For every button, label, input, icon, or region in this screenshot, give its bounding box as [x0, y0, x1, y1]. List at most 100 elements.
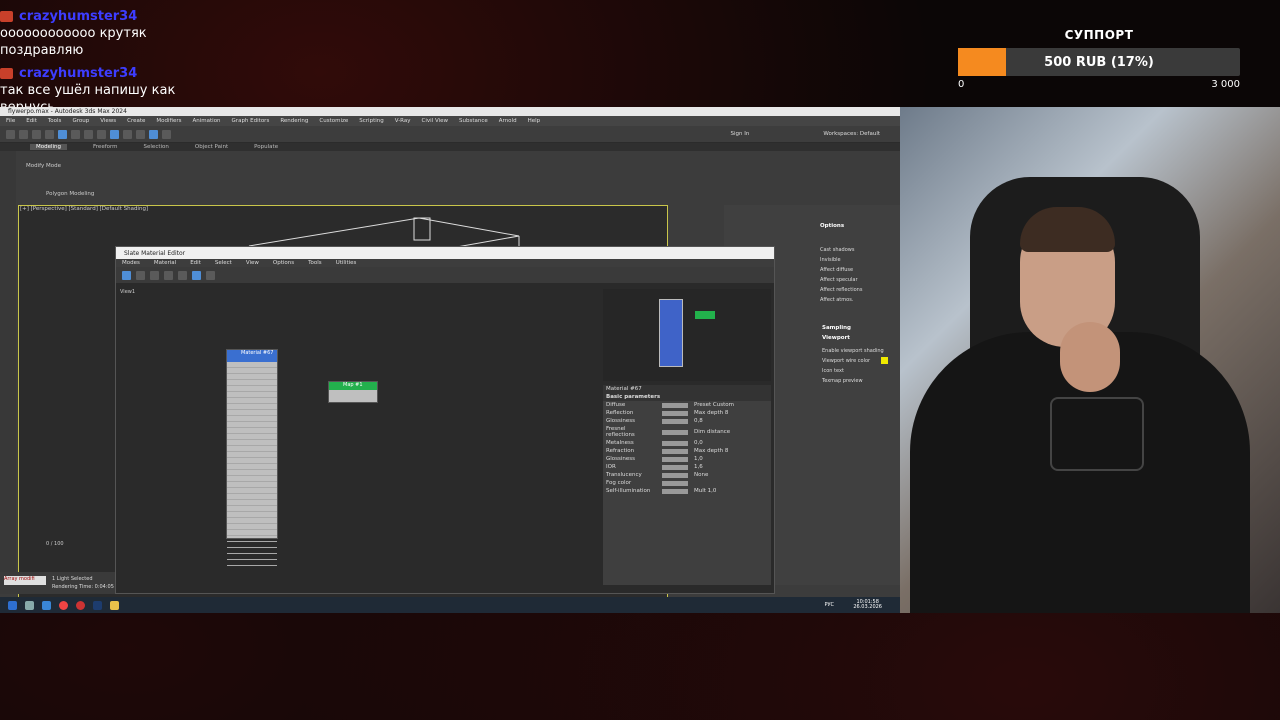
- parameter-row[interactable]: Diffuse Preset Custom: [603, 401, 771, 409]
- menu-item[interactable]: Graph Editors: [232, 118, 270, 124]
- parameter-value[interactable]: None: [694, 472, 708, 478]
- parameter-swatch[interactable]: [662, 429, 688, 435]
- parameter-swatch[interactable]: [662, 488, 688, 494]
- option-checkbox[interactable]: Affect atmos.: [820, 295, 862, 305]
- material-node[interactable]: Material #67: [226, 349, 278, 566]
- parameter-swatch[interactable]: [662, 440, 688, 446]
- link-icon[interactable]: [32, 129, 41, 139]
- slate-menu-item[interactable]: Options: [273, 260, 294, 266]
- viewport-option[interactable]: Icon text: [822, 366, 884, 376]
- menu-item[interactable]: Modifiers: [156, 118, 181, 124]
- slate-menu-item[interactable]: Modes: [122, 260, 140, 266]
- render-icon[interactable]: [162, 129, 171, 139]
- array-modifier-field[interactable]: Array modifi: [4, 576, 46, 585]
- menu-item[interactable]: Substance: [459, 118, 488, 124]
- menu-item[interactable]: Create: [127, 118, 145, 124]
- wire-color-swatch[interactable]: [881, 357, 888, 364]
- parameter-value[interactable]: Mult 1,0: [694, 488, 716, 494]
- ribbon-tab[interactable]: Object Paint: [195, 144, 228, 150]
- parameter-swatch[interactable]: [662, 402, 688, 408]
- parameter-value[interactable]: Preset Custom: [694, 402, 734, 408]
- parameter-row[interactable]: Refraction Max depth 8: [603, 447, 771, 455]
- parameter-row[interactable]: Fresnel reflections Dim distance: [603, 425, 771, 439]
- photoshop-icon[interactable]: [93, 600, 102, 610]
- slate-background-icon[interactable]: [206, 270, 215, 280]
- menu-item[interactable]: File: [6, 118, 15, 124]
- menu-item[interactable]: Animation: [193, 118, 221, 124]
- slate-menu-item[interactable]: Material: [154, 260, 176, 266]
- option-checkbox[interactable]: Affect reflections: [820, 285, 862, 295]
- parameter-row[interactable]: Metalness 0,0: [603, 439, 771, 447]
- redo-icon[interactable]: [19, 129, 28, 139]
- parameter-row[interactable]: Glossiness 0,8: [603, 417, 771, 425]
- parameter-row[interactable]: Self-illumination Mult 1,0: [603, 487, 771, 495]
- parameter-value[interactable]: Max depth 8: [694, 448, 728, 454]
- slate-show-map-icon[interactable]: [192, 270, 201, 280]
- parameter-value[interactable]: Dim distance: [694, 429, 730, 435]
- unlink-icon[interactable]: [45, 129, 54, 139]
- menu-item[interactable]: Edit: [26, 118, 37, 124]
- snap-icon[interactable]: [110, 129, 119, 139]
- parameter-row[interactable]: Reflection Max depth 8: [603, 409, 771, 417]
- parameter-row[interactable]: IOR 1,6: [603, 463, 771, 471]
- parameter-swatch[interactable]: [662, 472, 688, 478]
- parameter-value[interactable]: 0,0: [694, 440, 703, 446]
- viewport-option[interactable]: Viewport wire color: [822, 356, 884, 366]
- parameter-swatch[interactable]: [662, 448, 688, 454]
- map-node[interactable]: Map #1: [328, 381, 378, 403]
- slate-menu-item[interactable]: Utilities: [336, 260, 357, 266]
- search-icon[interactable]: [25, 600, 34, 610]
- ribbon-tab[interactable]: Modeling: [30, 144, 68, 150]
- slate-layout-icon[interactable]: [178, 270, 187, 280]
- app-icon[interactable]: [42, 600, 51, 610]
- undo-icon[interactable]: [6, 129, 15, 139]
- workspaces-select[interactable]: Workspaces: Default: [823, 131, 900, 137]
- parameter-value[interactable]: 1,6: [694, 464, 703, 470]
- parameter-row[interactable]: Fog color: [603, 479, 771, 487]
- node-slot[interactable]: [227, 560, 277, 566]
- parameter-swatch[interactable]: [662, 456, 688, 462]
- parameter-swatch[interactable]: [662, 480, 688, 486]
- scale-icon[interactable]: [97, 129, 106, 139]
- sign-in-link[interactable]: Sign In: [731, 131, 820, 137]
- option-checkbox[interactable]: Cast shadows: [820, 245, 862, 255]
- parameter-value[interactable]: 1,0: [694, 456, 703, 462]
- move-icon[interactable]: [71, 129, 80, 139]
- parameter-value[interactable]: 0,8: [694, 418, 703, 424]
- ribbon-tab[interactable]: Selection: [144, 144, 169, 150]
- frame-counter[interactable]: 0 / 100: [46, 541, 64, 547]
- slate-select-icon[interactable]: [122, 270, 131, 280]
- ribbon-tab[interactable]: Populate: [254, 144, 278, 150]
- slate-menu-item[interactable]: Tools: [308, 260, 322, 266]
- slate-assign-icon[interactable]: [150, 270, 159, 280]
- menu-item[interactable]: Help: [528, 118, 541, 124]
- menu-item[interactable]: Civil View: [422, 118, 448, 124]
- language-indicator[interactable]: РУС: [824, 602, 834, 608]
- render-setup-icon[interactable]: [149, 129, 158, 139]
- menu-item[interactable]: Scripting: [359, 118, 383, 124]
- slate-menu-item[interactable]: View: [246, 260, 259, 266]
- menu-item[interactable]: Arnold: [499, 118, 517, 124]
- slate-menu-item[interactable]: Select: [215, 260, 232, 266]
- parameter-row[interactable]: Translucency None: [603, 471, 771, 479]
- rotate-icon[interactable]: [84, 129, 93, 139]
- mirror-icon[interactable]: [123, 129, 132, 139]
- parameter-row[interactable]: Glossiness 1,0: [603, 455, 771, 463]
- menu-item[interactable]: Rendering: [280, 118, 308, 124]
- parameter-swatch[interactable]: [662, 464, 688, 470]
- menu-item[interactable]: Tools: [48, 118, 62, 124]
- slate-menu-item[interactable]: Edit: [190, 260, 201, 266]
- slate-delete-icon[interactable]: [164, 270, 173, 280]
- menu-item[interactable]: V-Ray: [395, 118, 411, 124]
- menu-item[interactable]: Views: [100, 118, 116, 124]
- slate-pick-icon[interactable]: [136, 270, 145, 280]
- folder-icon[interactable]: [110, 600, 119, 610]
- select-icon[interactable]: [58, 129, 67, 139]
- viewport-option[interactable]: Texmap preview: [822, 376, 884, 386]
- parameter-value[interactable]: Max depth 8: [694, 410, 728, 416]
- parameter-swatch[interactable]: [662, 418, 688, 424]
- view-tab[interactable]: View1: [120, 289, 135, 295]
- viewport-label[interactable]: [+] [Perspective] [Standard] [Default Sh…: [20, 206, 148, 212]
- chrome-icon[interactable]: [59, 600, 68, 610]
- ribbon-tab[interactable]: Freeform: [93, 144, 118, 150]
